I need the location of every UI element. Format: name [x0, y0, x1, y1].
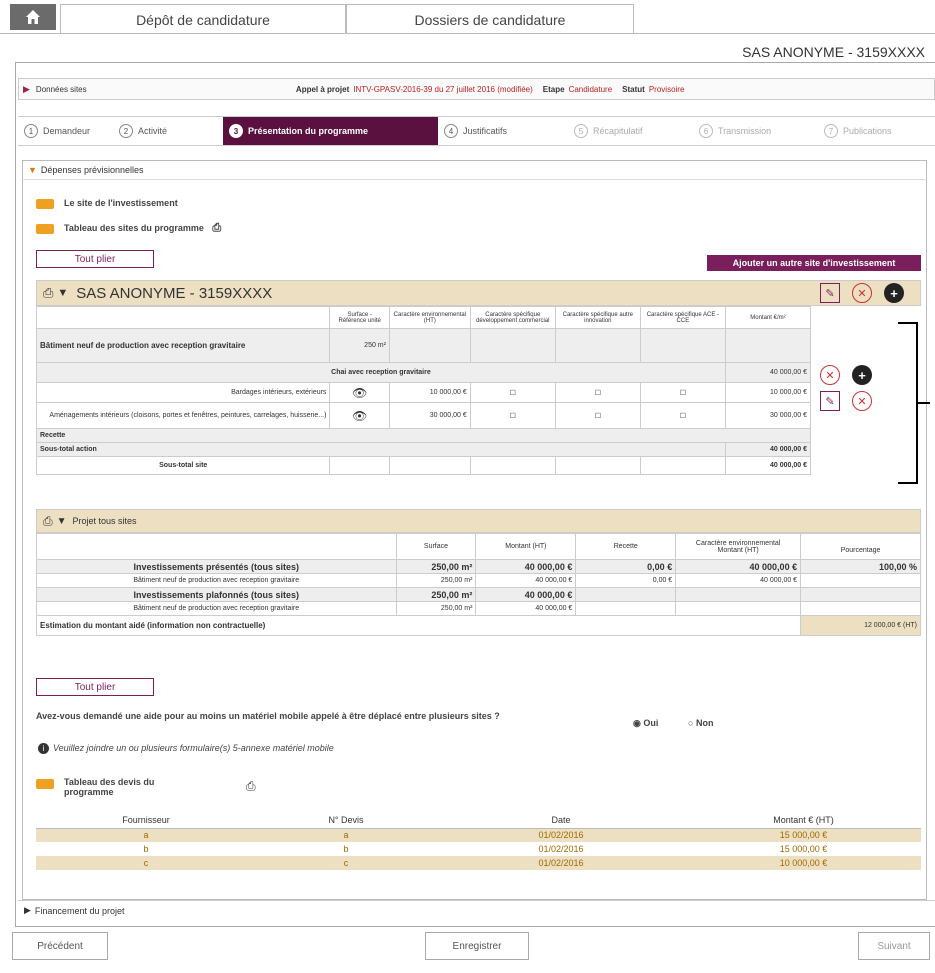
caret-down-icon[interactable]: ▼: [57, 516, 67, 527]
edit-icon[interactable]: ✎: [820, 283, 840, 303]
add-site-button[interactable]: Ajouter un autre site d'investissement: [707, 255, 921, 271]
table-row: Investissements plafonnés (tous sites) 2…: [36, 587, 921, 602]
info-bar: ▶ Données sites Appel à projet INTV-GPAS…: [18, 78, 935, 100]
delete-icon[interactable]: ✕: [820, 365, 840, 385]
devis-table: Fournisseur N° Devis Date Montant € (HT)…: [36, 812, 921, 870]
table-row: Bardages intérieurs, extérieurs 👁 10 000…: [35, 382, 812, 403]
projet-header: ⎙ ▼ Projet tous sites: [36, 509, 921, 533]
checkbox[interactable]: ☐: [469, 382, 556, 403]
play-icon: ▶: [23, 83, 30, 94]
table-row[interactable]: a a 01/02/2016 15 000,00 €: [36, 828, 921, 842]
tab-depot[interactable]: Dépôt de candidature: [60, 4, 346, 34]
print-icon[interactable]: ⎙: [246, 779, 256, 794]
edit-icon[interactable]: ✎: [820, 391, 840, 411]
col-header: Montant €/m²: [724, 306, 812, 329]
caret-down-icon[interactable]: ▼: [57, 287, 68, 299]
radio-checked-icon: ◉: [633, 718, 641, 728]
step-activite[interactable]: 2 Activité: [113, 117, 223, 145]
step-publications[interactable]: 7 Publications: [818, 117, 928, 145]
projet-table: Surface Montant (HT) Recette Caractère e…: [35, 533, 921, 636]
print-icon[interactable]: ⎙: [43, 514, 53, 529]
radio-oui[interactable]: ◉ Oui: [633, 718, 658, 729]
step-recapitulatif[interactable]: 5 Récapitulatif: [568, 117, 693, 145]
bracket-annotation: [898, 322, 930, 484]
table-header-row: Surface Montant (HT) Recette Caractère e…: [36, 533, 921, 560]
radio-non[interactable]: ○ Non: [688, 718, 713, 728]
caret-down-icon: ▼: [28, 164, 37, 175]
site-name: SAS ANONYME - 3159XXXX: [76, 284, 273, 302]
radio-unchecked-icon: ○: [688, 718, 694, 728]
step-justificatifs[interactable]: 4 Justificatifs: [438, 117, 568, 145]
appel-value: INTV-GPASV-2016-39 du 27 juillet 2016 (m…: [353, 84, 533, 94]
table-row: Sous-total site 40 000,00 €: [35, 456, 812, 475]
step-transmission[interactable]: 6 Transmission: [693, 117, 818, 145]
tout-plier-button[interactable]: Tout plier: [36, 678, 154, 696]
question-text: Avez-vous demandé une aide pour au moins…: [36, 711, 500, 721]
step-badge: [36, 779, 54, 789]
table-row: Bâtiment neuf de production avec recepti…: [36, 601, 921, 616]
table-row: Recette: [36, 428, 811, 443]
statut-value: Provisoire: [648, 84, 685, 94]
projet-title: Projet tous sites: [72, 516, 137, 526]
delete-icon[interactable]: ✕: [852, 283, 872, 303]
site-table: Surface - Référence unité Caractère envi…: [35, 306, 812, 475]
binoculars-icon[interactable]: 👁: [329, 382, 390, 403]
table-row[interactable]: c c 01/02/2016 10 000,00 €: [36, 856, 921, 870]
tab-dossiers[interactable]: Dossiers de candidature: [346, 4, 634, 34]
add-icon[interactable]: +: [852, 365, 872, 385]
col-header: Caractère spécifique ACE - CCE: [639, 306, 726, 329]
col-header: Caractère spécifique développement comme…: [469, 306, 556, 329]
save-button[interactable]: Enregistrer: [425, 932, 529, 960]
next-button[interactable]: Suivant: [858, 932, 930, 960]
table-sites-line: Tableau des sites du programme ⎙: [36, 222, 221, 235]
tout-plier-button[interactable]: Tout plier: [36, 250, 154, 268]
table-row: Bâtiment neuf de production avec recepti…: [35, 328, 812, 363]
table-header-row: Surface - Référence unité Caractère envi…: [35, 306, 812, 329]
home-button[interactable]: [10, 4, 56, 30]
table-header-row: Fournisseur N° Devis Date Montant € (HT): [36, 812, 921, 828]
table-row: Sous-total action 40 000,00 €: [36, 442, 812, 457]
site-header: ⎙ ▼ SAS ANONYME - 3159XXXX: [36, 280, 921, 306]
table-row: Chai avec reception gravitaire 40 000,00…: [36, 362, 812, 383]
section-label[interactable]: Données sites: [36, 85, 296, 94]
checkbox[interactable]: ☐: [639, 402, 726, 429]
delete-icon[interactable]: ✕: [852, 391, 872, 411]
table-row: Investissements présentés (tous sites) 2…: [36, 559, 921, 574]
company-name: SAS ANONYME - 3159XXXX: [742, 44, 925, 60]
col-header: Caractère environnemental (HT): [388, 306, 471, 329]
section-header[interactable]: ▼ Dépenses prévisionnelles: [22, 160, 927, 180]
binoculars-icon[interactable]: 👁: [329, 402, 390, 429]
step-badge: [36, 198, 54, 209]
previous-button[interactable]: Précédent: [12, 932, 108, 960]
step-badge: [36, 223, 54, 234]
statut-label: Statut: [622, 84, 645, 94]
info-icon: i: [38, 743, 49, 754]
etape-value: Candidature: [568, 84, 613, 94]
checkbox[interactable]: ☐: [469, 402, 556, 429]
table-row[interactable]: b b 01/02/2016 15 000,00 €: [36, 842, 921, 856]
checkbox[interactable]: ☐: [639, 382, 726, 403]
table-row: Estimation du montant aidé (information …: [35, 615, 921, 636]
play-icon: ▶: [24, 905, 31, 915]
table-row: Aménagements intérieurs (cloisons, porte…: [35, 402, 812, 429]
info-note: i Veuillez joindre un ou plusieurs formul…: [38, 743, 334, 754]
checkbox[interactable]: ☐: [554, 402, 641, 429]
step-presentation[interactable]: 3 Présentation du programme: [223, 117, 438, 145]
home-icon: [26, 10, 40, 24]
col-header: Surface - Référence unité: [329, 306, 390, 329]
add-icon[interactable]: +: [884, 283, 904, 303]
devis-title-line: Tableau des devis du programme: [36, 777, 196, 797]
print-icon[interactable]: ⎙: [212, 222, 221, 234]
col-header: Caractère spécifique autre innovation: [554, 306, 641, 329]
print-icon[interactable]: ⎙: [43, 285, 53, 301]
wizard-steps: 1 Demandeur 2 Activité 3 Présentation du pr…: [18, 116, 935, 146]
etape-label: Etape: [542, 84, 565, 94]
step-demandeur[interactable]: 1 Demandeur: [18, 117, 113, 145]
checkbox[interactable]: ☐: [554, 382, 641, 403]
section-title: Dépenses prévisionnelles: [40, 164, 144, 175]
site-line: Le site de l'investissement: [36, 198, 178, 209]
table-row: Bâtiment neuf de production avec recepti…: [36, 573, 921, 588]
appel-label: Appel à projet: [295, 84, 350, 94]
financement-section[interactable]: ▶ Financement du projet: [18, 900, 935, 920]
